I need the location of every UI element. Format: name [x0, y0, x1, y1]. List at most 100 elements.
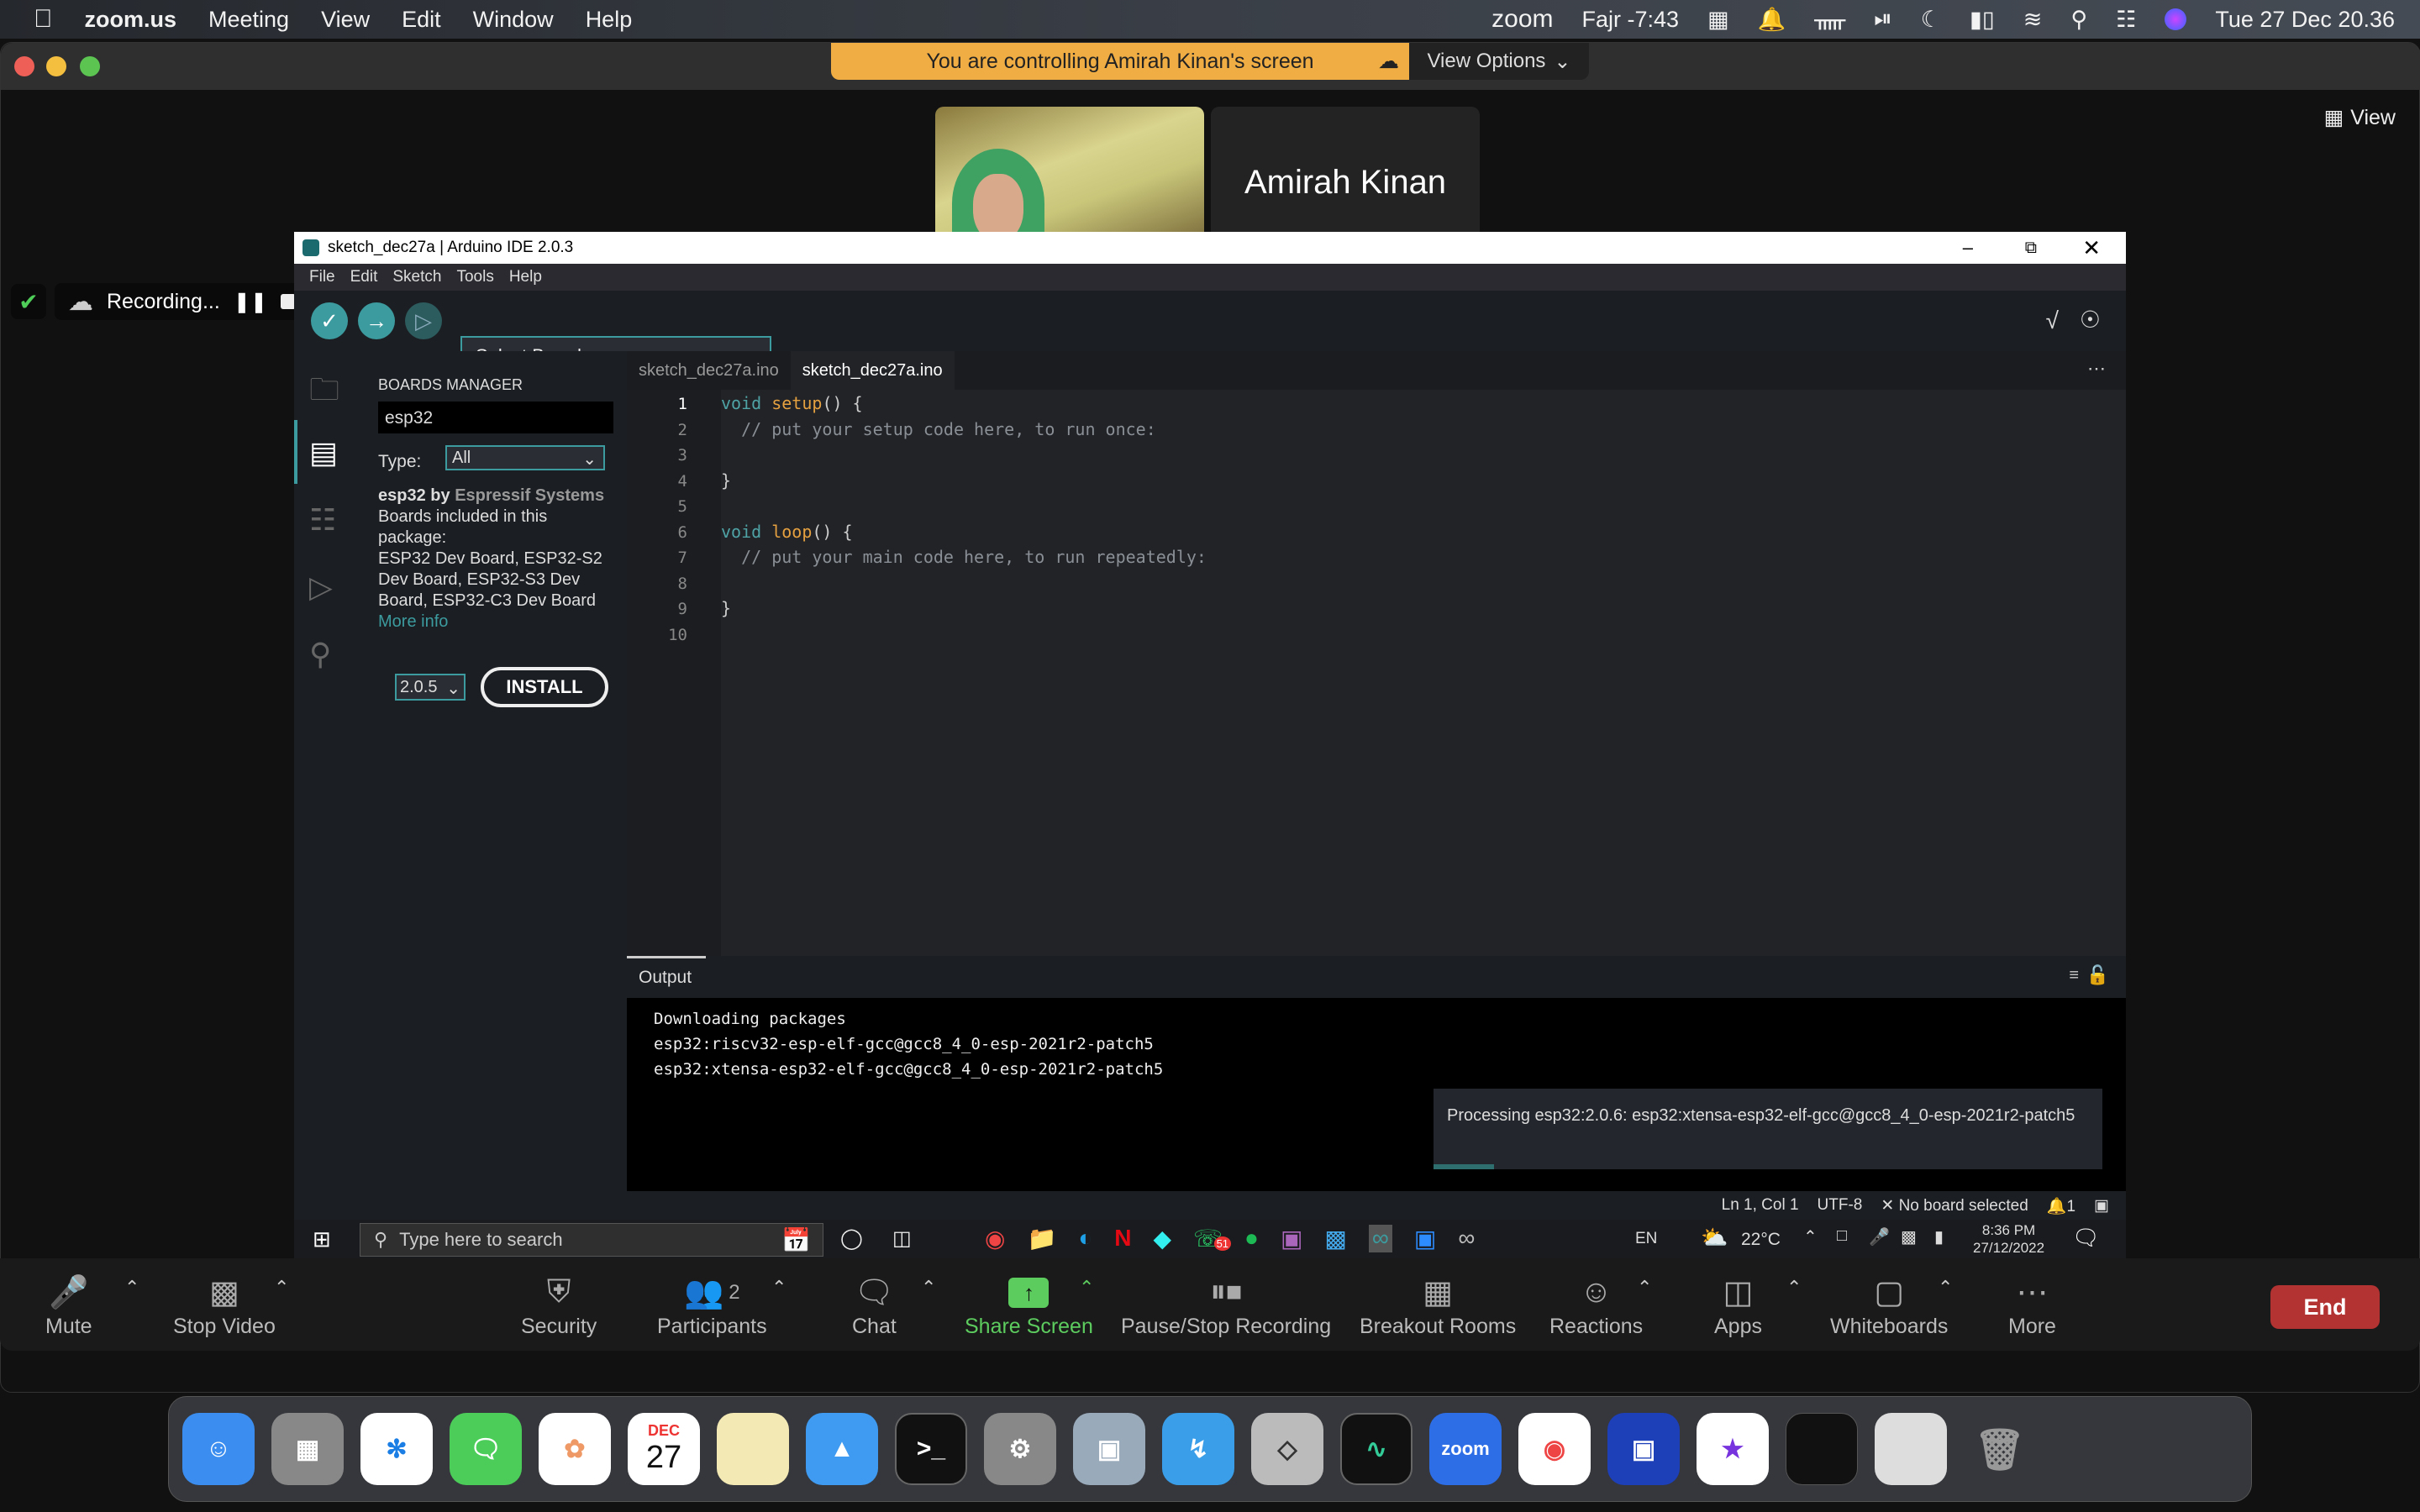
- tab-sketch-file[interactable]: sketch_dec27a.ino: [627, 351, 791, 390]
- arduino-legacy-icon[interactable]: ∞: [1458, 1225, 1475, 1252]
- audio-options-caret[interactable]: ⌃: [124, 1277, 139, 1299]
- dock-window-thumb[interactable]: [1786, 1413, 1858, 1485]
- notifications[interactable]: 🔔1: [2047, 1196, 2075, 1216]
- serial-monitor-icon[interactable]: ☉: [2080, 306, 2101, 333]
- battery-icon[interactable]: ▮▯: [1970, 7, 1995, 33]
- dock-launchpad-icon[interactable]: ▦: [271, 1413, 344, 1485]
- windows-search-box[interactable]: ⚲ Type here to search 📅: [360, 1223, 823, 1257]
- type-filter-select[interactable]: All ⌄: [445, 445, 605, 470]
- end-meeting-button[interactable]: End: [2270, 1285, 2380, 1329]
- ide-menu-file[interactable]: File: [309, 268, 335, 286]
- spotlight-search-icon[interactable]: ⚲: [2070, 7, 2087, 33]
- dock-keynote-icon[interactable]: ▲: [806, 1413, 878, 1485]
- library-manager-icon[interactable]: ☷: [309, 502, 336, 538]
- siri-icon[interactable]: [2165, 8, 2187, 30]
- code-line[interactable]: }: [721, 598, 731, 618]
- serial-plotter-icon[interactable]: √: [2046, 307, 2059, 334]
- share-screen-button[interactable]: ↑ Share Screen: [965, 1258, 1093, 1351]
- bluetooth-icon[interactable]: ᚅ: [1814, 7, 1845, 33]
- view-button[interactable]: ▦ View: [2324, 105, 2396, 130]
- menu-window[interactable]: Window: [473, 7, 554, 33]
- widgets-icon[interactable]: ▦: [1707, 7, 1729, 33]
- dock-safari-icon[interactable]: ✻: [360, 1413, 433, 1485]
- dock-messages-icon[interactable]: 🗨: [450, 1413, 522, 1485]
- reactions-caret[interactable]: ⌃: [1637, 1277, 1652, 1299]
- board-status[interactable]: ✕ No board selected: [1881, 1196, 2028, 1216]
- fullscreen-window-button[interactable]: [80, 56, 100, 76]
- zoom-taskbar-icon[interactable]: ▣: [1414, 1225, 1436, 1252]
- more-button[interactable]: ⋯ More: [2008, 1258, 2056, 1351]
- code-line[interactable]: }: [721, 470, 731, 491]
- close-window-button[interactable]: [14, 56, 34, 76]
- wifi-icon[interactable]: ≋: [2023, 7, 2043, 33]
- minimize-window-button[interactable]: [46, 56, 66, 76]
- restore-icon[interactable]: ⧉: [2025, 239, 2037, 258]
- spotify-icon[interactable]: ●: [1244, 1225, 1259, 1252]
- dock-screen-app-icon[interactable]: ▣: [1607, 1413, 1680, 1485]
- chat-button[interactable]: 🗨 Chat: [852, 1258, 897, 1351]
- reactions-button[interactable]: ☺ Reactions: [1549, 1258, 1643, 1351]
- dock-zoom-icon[interactable]: zoom: [1429, 1413, 1502, 1485]
- boards-manager-icon[interactable]: ▤: [309, 435, 338, 470]
- windows-start-icon[interactable]: ⊞: [313, 1226, 331, 1252]
- dock-terminal-icon[interactable]: >_: [895, 1413, 967, 1485]
- unlock-icon[interactable]: 🔓: [2086, 964, 2109, 986]
- apple-icon[interactable]: : [34, 5, 53, 34]
- winrar-icon[interactable]: ▣: [1281, 1225, 1302, 1252]
- weather-icon[interactable]: ⛅: [1701, 1225, 1728, 1251]
- code-lines[interactable]: void setup() { // put your setup code he…: [627, 390, 2126, 956]
- code-line[interactable]: // put your setup code here, to run once…: [721, 419, 1156, 439]
- code-line[interactable]: void setup() {: [721, 393, 863, 413]
- ide-menu-tools[interactable]: Tools: [456, 268, 493, 286]
- whatsapp-icon[interactable]: ☏ 51: [1193, 1225, 1232, 1252]
- dock-xcode-app-icon[interactable]: ↯: [1162, 1413, 1234, 1485]
- prayer-time[interactable]: Fajr -7:43: [1582, 7, 1680, 33]
- close-icon[interactable]: ✕: [2082, 235, 2101, 261]
- stop-video-button[interactable]: ▩ Stop Video: [173, 1258, 276, 1351]
- dock-activity-monitor-icon[interactable]: ∿: [1340, 1413, 1413, 1485]
- video-options-caret[interactable]: ⌃: [274, 1277, 289, 1299]
- dock-finder-icon[interactable]: ☺: [182, 1413, 255, 1485]
- edge-icon[interactable]: ◐: [1078, 1225, 1092, 1252]
- dock-imovie-icon[interactable]: ★: [1697, 1413, 1769, 1485]
- minimize-icon[interactable]: –: [1963, 237, 1973, 259]
- dock-preview-icon[interactable]: ▣: [1073, 1413, 1145, 1485]
- microphone-tray-icon[interactable]: 🎤: [1869, 1226, 1890, 1247]
- whiteboards-button[interactable]: ▢ Whiteboards: [1830, 1258, 1948, 1351]
- dock-minimized-safari[interactable]: [1875, 1413, 1947, 1485]
- clear-output-icon[interactable]: ≡: [2069, 966, 2079, 985]
- control-panel-icon[interactable]: ▩: [1324, 1225, 1346, 1252]
- debug-sidebar-icon[interactable]: ▷: [309, 570, 333, 605]
- participants-caret[interactable]: ⌃: [771, 1277, 786, 1299]
- language-indicator[interactable]: EN: [1635, 1230, 1657, 1248]
- code-editor[interactable]: sketch_dec27a.ino sketch_dec27a.ino ⋯ 12…: [627, 351, 2126, 956]
- participants-button[interactable]: 👥 2 Participants: [657, 1258, 767, 1351]
- folder-icon[interactable]: 🗀: [309, 368, 339, 419]
- file-explorer-icon[interactable]: 📁: [1027, 1225, 1056, 1252]
- menu-view[interactable]: View: [321, 7, 370, 33]
- windows-clock[interactable]: 8:36 PM 27/12/2022: [1973, 1221, 2044, 1257]
- code-line[interactable]: void loop() {: [721, 522, 853, 542]
- dock-calendar-icon[interactable]: DEC 27: [628, 1413, 700, 1485]
- dock-trash-icon[interactable]: 🗑: [1964, 1413, 2036, 1485]
- verify-button[interactable]: ✓: [311, 302, 348, 339]
- menu-help[interactable]: Help: [586, 7, 633, 33]
- security-button[interactable]: ⛨ Security: [521, 1258, 597, 1351]
- code-line[interactable]: // put your main code here, to run repea…: [721, 547, 1207, 567]
- dock-system-preferences-icon[interactable]: ⚙: [984, 1413, 1056, 1485]
- pause-stop-recording-button[interactable]: ⏸⏹ Pause/Stop Recording: [1121, 1258, 1331, 1351]
- dock-photos-icon[interactable]: ✿: [539, 1413, 611, 1485]
- chat-caret[interactable]: ⌃: [921, 1277, 936, 1299]
- breakout-rooms-button[interactable]: ▦ Breakout Rooms: [1360, 1258, 1516, 1351]
- more-actions-icon[interactable]: ⋯: [2087, 358, 2106, 380]
- apps-caret[interactable]: ⌃: [1786, 1277, 1802, 1299]
- menubar-clock[interactable]: Tue 27 Dec 20.36: [2215, 7, 2395, 33]
- ide-menu-help[interactable]: Help: [509, 268, 542, 286]
- netflix-icon[interactable]: N: [1114, 1225, 1131, 1252]
- upload-button[interactable]: →: [358, 302, 395, 339]
- ide-menu-edit[interactable]: Edit: [350, 268, 378, 286]
- battery-tray-icon[interactable]: ▮: [1934, 1226, 1944, 1247]
- gamebar-icon[interactable]: ◆: [1153, 1225, 1171, 1252]
- cortana-icon[interactable]: ◯: [840, 1226, 863, 1251]
- version-select[interactable]: 2.0.5 ⌄: [395, 674, 466, 701]
